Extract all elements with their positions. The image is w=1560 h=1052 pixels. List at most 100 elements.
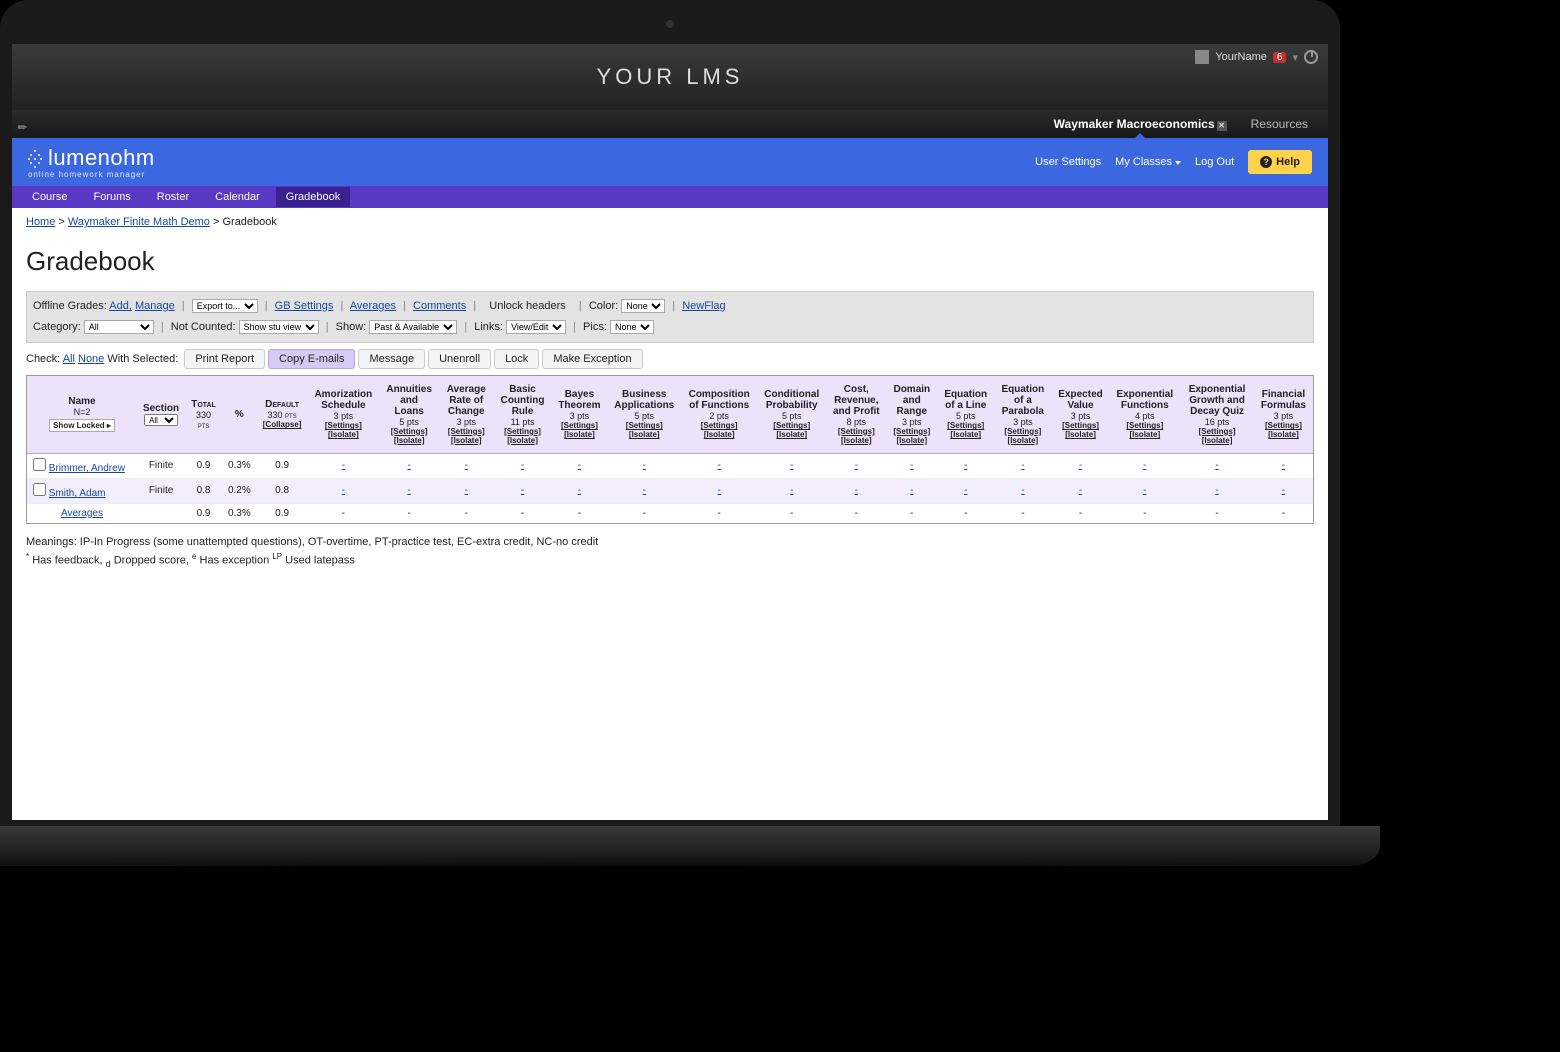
cell-score[interactable]: - (886, 453, 937, 478)
averages-row-link[interactable]: Averages (61, 508, 103, 519)
assignment-isolate-link[interactable]: [Isolate] (558, 430, 602, 439)
assignment-isolate-link[interactable]: [Isolate] (763, 430, 820, 439)
gb-settings-link[interactable]: GB Settings (275, 300, 334, 312)
cell-score[interactable]: - (757, 478, 826, 503)
subnav-active-course[interactable]: Waymaker Macroeconomics✕ (1054, 117, 1227, 131)
assignment-name[interactable]: Average Rate of Change (447, 384, 486, 417)
assignment-settings-link[interactable]: [Settings] (1260, 421, 1307, 430)
assignment-isolate-link[interactable]: [Isolate] (385, 436, 433, 445)
assignment-settings-link[interactable]: [Settings] (763, 421, 820, 430)
username[interactable]: YourName (1215, 51, 1267, 63)
category-select[interactable]: All (84, 320, 154, 334)
assignment-name[interactable]: Domain and Range (893, 384, 930, 417)
assignment-settings-link[interactable]: [Settings] (943, 421, 988, 430)
nav-roster[interactable]: Roster (147, 187, 199, 207)
assignment-name[interactable]: Amorization Schedule (314, 389, 372, 411)
not-counted-select[interactable]: Show stu view (239, 320, 319, 334)
action-lock[interactable]: Lock (494, 349, 539, 369)
offline-add-link[interactable]: Add, (109, 300, 132, 312)
newflag-link[interactable]: NewFlag (682, 300, 725, 312)
assignment-settings-link[interactable]: [Settings] (687, 421, 751, 430)
cell-score[interactable]: - (1052, 478, 1110, 503)
close-icon[interactable]: ✕ (1217, 121, 1227, 131)
subnav-resources[interactable]: Resources (1251, 117, 1308, 131)
assignment-name[interactable]: Exponential Growth and Decay Quiz (1189, 384, 1246, 417)
cell-score[interactable]: - (439, 453, 493, 478)
cell-score[interactable]: - (826, 478, 886, 503)
assignment-name[interactable]: Business Applications (614, 389, 674, 411)
assignment-isolate-link[interactable]: [Isolate] (313, 430, 373, 439)
cell-score[interactable]: - (1109, 453, 1180, 478)
offline-manage-link[interactable]: Manage (135, 300, 175, 312)
nav-course[interactable]: Course (22, 187, 77, 207)
power-icon[interactable] (1304, 50, 1318, 64)
student-name-link[interactable]: Brimmer, Andrew (49, 463, 125, 474)
cell-score[interactable]: - (493, 453, 551, 478)
nav-forums[interactable]: Forums (83, 187, 140, 207)
notification-badge[interactable]: 6 (1273, 52, 1287, 63)
cell-score[interactable]: - (994, 478, 1052, 503)
cell-score[interactable]: - (1254, 478, 1313, 503)
assignment-isolate-link[interactable]: [Isolate] (1058, 430, 1104, 439)
cell-score[interactable]: - (552, 453, 608, 478)
assignment-settings-link[interactable]: [Settings] (313, 421, 373, 430)
action-unenroll[interactable]: Unenroll (428, 349, 491, 369)
breadcrumb-course[interactable]: Waymaker Finite Math Demo (68, 216, 210, 228)
cell-score[interactable]: - (607, 453, 681, 478)
cell-score[interactable]: - (439, 478, 493, 503)
cell-score[interactable]: - (886, 478, 937, 503)
assignment-settings-link[interactable]: [Settings] (613, 421, 675, 430)
assignment-name[interactable]: Bayes Theorem (558, 389, 600, 411)
pencil-icon[interactable]: ✎ (15, 120, 31, 136)
assignment-settings-link[interactable]: [Settings] (558, 421, 602, 430)
cell-score[interactable]: - (757, 453, 826, 478)
unlock-headers[interactable]: Unlock headers (489, 300, 565, 312)
cell-score[interactable]: - (1180, 478, 1254, 503)
nav-gradebook[interactable]: Gradebook (276, 187, 350, 207)
show-select[interactable]: Past & Available (369, 320, 457, 334)
cell-score[interactable]: - (552, 478, 608, 503)
assignment-settings-link[interactable]: [Settings] (499, 427, 545, 436)
cell-score[interactable]: - (307, 453, 379, 478)
cell-score[interactable]: - (607, 478, 681, 503)
cell-score[interactable]: - (379, 453, 439, 478)
cell-score[interactable]: - (994, 453, 1052, 478)
check-all-link[interactable]: All (63, 353, 75, 365)
assignment-isolate-link[interactable]: [Isolate] (943, 430, 988, 439)
student-name-link[interactable]: Smith, Adam (49, 488, 106, 499)
cell-score[interactable]: - (1052, 453, 1110, 478)
assignment-isolate-link[interactable]: [Isolate] (613, 430, 675, 439)
assignment-isolate-link[interactable]: [Isolate] (1186, 436, 1248, 445)
assignment-name[interactable]: Equation of a Parabola (1001, 384, 1044, 417)
assignment-settings-link[interactable]: [Settings] (1058, 421, 1104, 430)
action-print-report[interactable]: Print Report (184, 349, 265, 369)
links-select[interactable]: View/Edit (506, 320, 566, 334)
cell-score[interactable]: - (1180, 453, 1254, 478)
logo[interactable]: lumenohm online homework manager (28, 145, 155, 178)
assignment-settings-link[interactable]: [Settings] (385, 427, 433, 436)
cell-score[interactable]: - (681, 453, 757, 478)
cell-score[interactable]: - (681, 478, 757, 503)
assignment-name[interactable]: Expected Value (1058, 389, 1102, 411)
assignment-isolate-link[interactable]: [Isolate] (832, 436, 880, 445)
cell-score[interactable]: - (307, 478, 379, 503)
assignment-name[interactable]: Composition of Functions (689, 389, 750, 411)
assignment-isolate-link[interactable]: [Isolate] (1260, 430, 1307, 439)
user-dropdown-icon[interactable]: ▾ (1292, 51, 1298, 64)
assignment-name[interactable]: Cost, Revenue, and Profit (833, 384, 880, 417)
assignment-isolate-link[interactable]: [Isolate] (1115, 430, 1174, 439)
logout-link[interactable]: Log Out (1195, 156, 1234, 168)
assignment-settings-link[interactable]: [Settings] (445, 427, 487, 436)
check-none-link[interactable]: None (78, 353, 104, 365)
col-name[interactable]: Name (68, 396, 95, 407)
assignment-isolate-link[interactable]: [Isolate] (445, 436, 487, 445)
action-copy-e-mails[interactable]: Copy E-mails (268, 349, 355, 369)
section-select[interactable]: All (144, 414, 178, 426)
assignment-settings-link[interactable]: [Settings] (832, 427, 880, 436)
assignment-name[interactable]: Financial Formulas (1261, 389, 1306, 411)
comments-link[interactable]: Comments (413, 300, 466, 312)
collapse-link[interactable]: [Collapse] (263, 420, 302, 429)
user-settings-link[interactable]: User Settings (1035, 156, 1101, 168)
color-select[interactable]: None (621, 299, 665, 313)
cell-score[interactable]: - (1254, 453, 1313, 478)
